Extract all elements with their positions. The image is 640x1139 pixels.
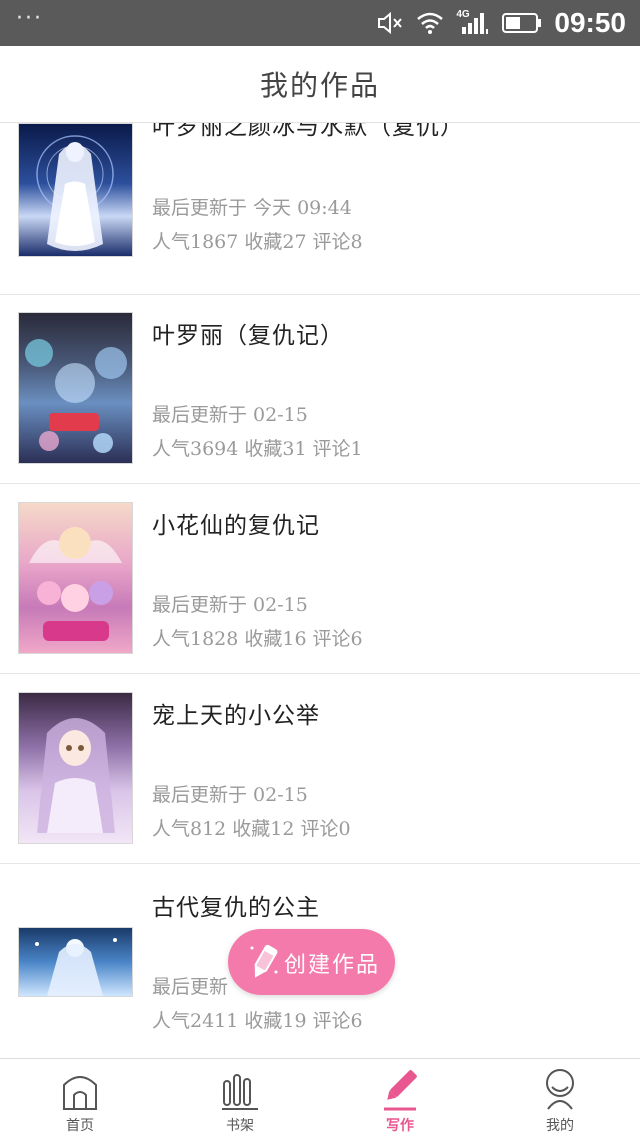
create-work-label: 创建作品 — [284, 953, 381, 978]
work-last-updated: 最后更新 — [152, 976, 229, 998]
home-icon — [63, 1076, 97, 1110]
tab-home-label: 首页 — [66, 1118, 94, 1134]
work-item[interactable]: 叶罗丽（复仇记） 最后更新于 02-15 人气3694 收藏31 评论1 — [0, 294, 640, 484]
tab-write-label: 写作 — [386, 1118, 414, 1134]
work-title[interactable]: 小花仙的复仇记 — [152, 506, 320, 540]
tab-profile-label: 我的 — [546, 1118, 574, 1134]
work-last-updated: 最后更新于 02-15 — [152, 784, 308, 806]
cover-illustration — [25, 339, 127, 453]
user-icon — [546, 1069, 574, 1110]
status-icons: 4G 09:50 — [376, 0, 626, 46]
work-last-updated: 最后更新于 02-15 — [152, 404, 308, 426]
favorites-count: 收藏31 — [244, 438, 307, 460]
work-stats: 人气812 收藏12 评论0 — [152, 814, 357, 841]
status-bar: ··· 4G 09:50 — [0, 0, 640, 46]
tab-profile[interactable]: 我的 — [480, 1059, 640, 1139]
favorites-count: 收藏16 — [244, 628, 307, 650]
work-cover-image[interactable] — [18, 502, 133, 654]
work-item[interactable]: 叶罗丽之颜冰与水默（复仇） 最后更新于 今天 09:44 人气1867 收藏27 评… — [0, 123, 640, 295]
work-item[interactable]: 宠上天的小公举 最后更新于 02-15 人气812 收藏12 评论0 — [0, 674, 640, 864]
status-time: 09:50 — [554, 7, 626, 38]
tab-write[interactable]: 写作 — [320, 1059, 480, 1139]
popularity-count: 人气3694 — [152, 438, 239, 460]
work-last-updated: 最后更新于 今天 09:44 — [152, 197, 352, 219]
work-title[interactable]: 宠上天的小公举 — [152, 696, 320, 730]
work-stats: 人气1867 收藏27 评论8 — [152, 227, 369, 254]
favorites-count: 收藏27 — [244, 231, 307, 253]
popularity-count: 人气2411 — [152, 1010, 239, 1032]
work-title[interactable]: 叶罗丽（复仇记） — [152, 316, 344, 350]
comments-count: 评论6 — [312, 1010, 363, 1032]
cover-illustration — [35, 938, 117, 996]
work-title[interactable]: 古代复仇的公主 — [152, 888, 320, 922]
signal-group: 4G — [456, 9, 490, 35]
popularity-count: 人气1867 — [152, 231, 239, 253]
pencil-icon — [250, 944, 278, 978]
tab-home[interactable]: 首页 — [0, 1059, 160, 1139]
comments-count: 评论8 — [312, 231, 363, 253]
status-overflow-indicator: ··· — [16, 6, 43, 31]
work-cover-image[interactable] — [18, 927, 133, 997]
comments-count: 评论0 — [300, 818, 351, 840]
work-cover-image[interactable] — [18, 312, 133, 464]
work-stats: 人气2411 收藏19 评论6 — [152, 1006, 369, 1033]
work-last-updated: 最后更新于 02-15 — [152, 594, 308, 616]
work-item[interactable]: 小花仙的复仇记 最后更新于 02-15 人气1828 收藏16 评论6 — [0, 484, 640, 674]
cover-illustration — [29, 527, 122, 641]
page-title: 我的作品 — [259, 69, 380, 102]
battery-icon — [502, 13, 542, 33]
tab-bookshelf-label: 书架 — [226, 1118, 254, 1134]
popularity-count: 人气1828 — [152, 628, 239, 650]
bookshelf-icon — [222, 1074, 258, 1110]
work-stats: 人气1828 收藏16 评论6 — [152, 624, 369, 651]
comments-count: 评论1 — [312, 438, 363, 460]
cell-signal-icon — [462, 13, 489, 34]
bottom-nav: 首页 书架 写作 我的 — [0, 1058, 640, 1139]
title-bar: 我的作品 — [0, 46, 640, 123]
comments-count: 评论6 — [312, 628, 363, 650]
work-cover-image[interactable] — [18, 692, 133, 844]
works-list[interactable]: 叶罗丽之颜冰与水默（复仇） 最后更新于 今天 09:44 人气1867 收藏27 评… — [0, 123, 640, 1058]
create-work-button[interactable]: 创建作品 — [228, 929, 395, 995]
wifi-icon — [417, 12, 444, 34]
cover-illustration — [36, 135, 114, 251]
tab-bookshelf[interactable]: 书架 — [160, 1059, 320, 1139]
cover-illustration — [37, 718, 115, 833]
work-title[interactable]: 叶罗丽之颜冰与水默（复仇） — [152, 123, 464, 141]
popularity-count: 人气812 — [152, 818, 227, 840]
favorites-count: 收藏12 — [232, 818, 295, 840]
work-cover-image[interactable] — [18, 123, 133, 257]
pencil-icon — [384, 1070, 417, 1111]
mute-icon — [378, 11, 403, 35]
work-stats: 人气3694 收藏31 评论1 — [152, 434, 369, 461]
favorites-count: 收藏19 — [244, 1010, 307, 1032]
